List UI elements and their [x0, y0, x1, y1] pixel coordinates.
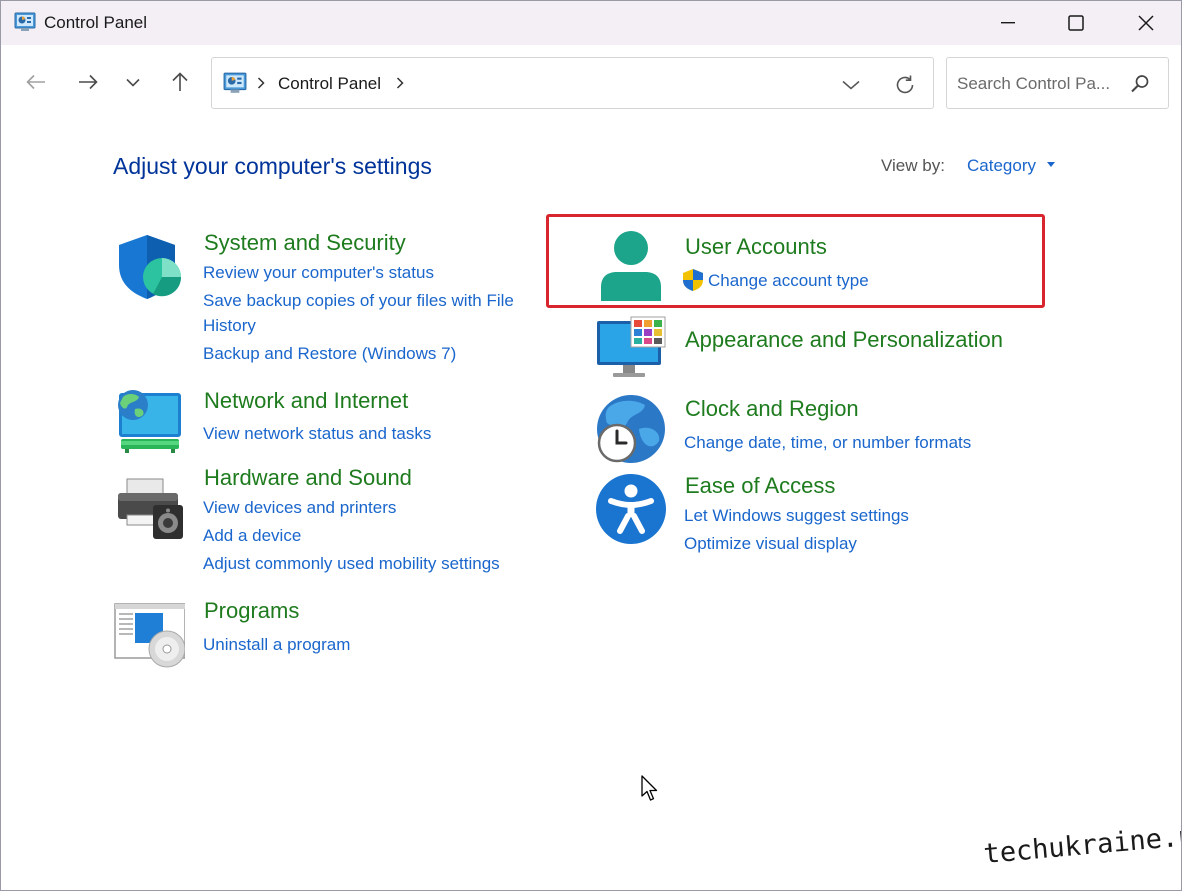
category-hardware-and-sound[interactable]: Hardware and Sound: [204, 465, 412, 491]
arrow-right-icon: [79, 74, 98, 90]
monitor-icon[interactable]: [595, 313, 667, 385]
link-windows-suggest[interactable]: Let Windows suggest settings: [684, 504, 909, 528]
minimize-icon: [1001, 22, 1015, 24]
link-change-account-type[interactable]: Change account type: [708, 269, 869, 293]
close-icon: [1138, 15, 1154, 31]
back-button[interactable]: [19, 65, 53, 99]
link-save-backup-history[interactable]: History: [203, 314, 256, 338]
link-mobility-settings[interactable]: Adjust commonly used mobility settings: [203, 552, 500, 576]
arrow-left-icon: [26, 74, 45, 90]
control-panel-window: Control Panel Control Panel Search Contr…: [0, 0, 1182, 891]
forward-button[interactable]: [71, 65, 105, 99]
category-network-and-internet[interactable]: Network and Internet: [204, 388, 408, 414]
mouse-cursor-icon: [641, 775, 658, 801]
link-view-devices[interactable]: View devices and printers: [203, 496, 396, 520]
link-change-date-time[interactable]: Change date, time, or number formats: [684, 431, 971, 455]
link-add-device[interactable]: Add a device: [203, 524, 301, 548]
search-box[interactable]: [946, 57, 1169, 109]
programs-disc-icon[interactable]: [113, 601, 185, 673]
close-button[interactable]: [1111, 1, 1181, 45]
view-by-label: View by:: [881, 156, 945, 175]
category-clock-and-region[interactable]: Clock and Region: [685, 396, 859, 422]
chevron-down-icon: [126, 78, 140, 87]
address-bar[interactable]: Control Panel: [211, 57, 934, 109]
user-icon[interactable]: [595, 229, 667, 301]
watermark: techukraine.net: [982, 817, 1182, 870]
arrow-up-icon: [172, 72, 188, 91]
search-input[interactable]: [957, 72, 1122, 96]
page-title: Adjust your computer's settings: [113, 153, 432, 179]
up-button[interactable]: [163, 65, 197, 99]
caret-down-icon[interactable]: [1046, 161, 1056, 169]
category-system-and-security[interactable]: System and Security: [204, 230, 406, 256]
recent-locations-button[interactable]: [116, 65, 150, 99]
navigation-bar: Control Panel: [1, 45, 1181, 121]
category-ease-of-access[interactable]: Ease of Access: [685, 473, 835, 499]
shield-icon[interactable]: [113, 231, 185, 303]
link-network-status[interactable]: View network status and tasks: [203, 422, 431, 446]
window-title: Control Panel: [44, 13, 148, 32]
link-backup-restore[interactable]: Backup and Restore (Windows 7): [203, 342, 456, 366]
link-save-backup[interactable]: Save backup copies of your files with Fi…: [203, 289, 514, 313]
search-icon[interactable]: [1129, 73, 1151, 95]
chevron-right-icon[interactable]: [257, 77, 265, 89]
control-panel-icon: [14, 12, 36, 31]
maximize-button[interactable]: [1041, 1, 1111, 45]
refresh-icon: [896, 75, 914, 94]
chevron-down-icon: [842, 80, 860, 90]
clock-globe-icon[interactable]: [595, 393, 667, 465]
network-globe-icon[interactable]: [113, 383, 185, 455]
maximize-icon: [1068, 15, 1084, 31]
accessibility-icon[interactable]: [595, 473, 667, 545]
uac-shield-icon: [683, 269, 703, 291]
view-by-dropdown[interactable]: Category: [967, 156, 1036, 176]
minimize-button[interactable]: [973, 1, 1043, 45]
chevron-right-icon[interactable]: [396, 77, 404, 89]
category-appearance-and-personalization[interactable]: Appearance and Personalization: [685, 327, 1003, 353]
refresh-button[interactable]: [891, 71, 919, 99]
link-optimize-display[interactable]: Optimize visual display: [684, 532, 857, 556]
link-review-status[interactable]: Review your computer's status: [203, 261, 434, 285]
control-panel-icon: [223, 72, 247, 93]
category-programs[interactable]: Programs: [204, 598, 299, 624]
printer-speaker-icon[interactable]: [113, 471, 185, 543]
title-bar: Control Panel: [1, 1, 1181, 45]
category-user-accounts[interactable]: User Accounts: [685, 234, 827, 260]
breadcrumb-control-panel[interactable]: Control Panel: [278, 74, 381, 94]
link-uninstall-program[interactable]: Uninstall a program: [203, 633, 350, 657]
address-dropdown-button[interactable]: [838, 72, 864, 98]
